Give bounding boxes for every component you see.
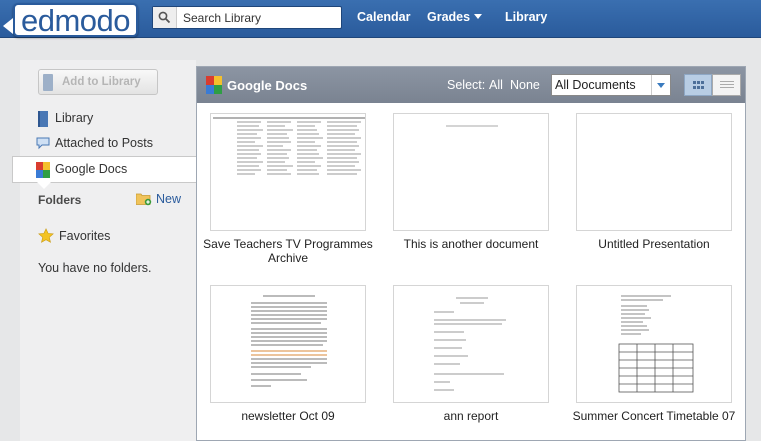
book-icon (36, 111, 50, 127)
panel-title: Google Docs (227, 78, 308, 93)
document-filter-dropdown[interactable]: All Documents (551, 74, 671, 96)
document-title[interactable]: ann report (386, 409, 556, 423)
nav-grades[interactable]: Grades (427, 10, 483, 24)
dropdown-value: All Documents (555, 78, 636, 92)
list-view-button[interactable] (712, 74, 741, 96)
document-card[interactable]: ann report (386, 285, 556, 423)
chevron-down-icon (651, 75, 670, 95)
star-icon (38, 228, 54, 243)
search-input[interactable] (183, 9, 333, 26)
top-bar: edmodo Calendar Grades Library (0, 0, 761, 38)
folder-add-icon (136, 193, 152, 206)
panel-header: Google Docs Select: All None All Documen… (197, 67, 745, 103)
list-view-icon (720, 81, 734, 88)
document-thumbnail[interactable] (576, 285, 732, 403)
edmodo-logo[interactable]: edmodo (13, 3, 138, 38)
nav-grades-label: Grades (427, 10, 471, 24)
document-title[interactable]: Untitled Presentation (569, 237, 739, 251)
document-thumbnail[interactable] (393, 113, 549, 231)
document-title[interactable]: This is another document (386, 237, 556, 251)
documents-panel: Google Docs Select: All None All Documen… (196, 66, 746, 441)
document-thumbnail[interactable] (393, 285, 549, 403)
sidebar-item-google-docs-content[interactable]: Google Docs (36, 159, 127, 179)
sidebar-item-attached[interactable]: Attached to Posts (36, 133, 153, 153)
document-title[interactable]: newsletter Oct 09 (203, 409, 373, 423)
no-folders-message: You have no folders. (38, 261, 152, 275)
grid-view-icon (693, 81, 704, 89)
select-none-link[interactable]: None (510, 78, 540, 92)
document-thumbnail[interactable] (576, 113, 732, 231)
document-card[interactable]: Save Teachers TV Programmes Archive (203, 113, 373, 265)
select-all-link[interactable]: All (489, 78, 503, 92)
document-card[interactable]: newsletter Oct 09 (203, 285, 373, 423)
add-to-library-label: Add to Library (62, 76, 141, 88)
document-title[interactable]: Save Teachers TV Programmes Archive (203, 237, 373, 265)
favorites-label: Favorites (59, 229, 111, 243)
document-card[interactable]: Summer Concert Timetable 07 (569, 285, 739, 423)
select-label: Select: (447, 78, 486, 92)
document-thumbnail[interactable] (210, 113, 366, 231)
logo-text: edmodo (21, 3, 131, 38)
nav-calendar[interactable]: Calendar (357, 10, 411, 24)
google-docs-icon (206, 76, 222, 94)
grid-view-button[interactable] (684, 74, 712, 96)
google-docs-icon (36, 162, 50, 178)
speech-bubble-icon (36, 136, 50, 150)
chevron-down-icon (474, 14, 483, 19)
new-folder-label: New (156, 192, 182, 206)
nav-library[interactable]: Library (505, 10, 547, 24)
search-box[interactable] (152, 6, 342, 29)
sidebar-item-label: Attached to Posts (55, 136, 153, 150)
document-card[interactable]: This is another document (386, 113, 556, 251)
book-icon (43, 74, 53, 91)
sidebar-item-library[interactable]: Library (36, 108, 93, 128)
logo-tail-decoration (3, 18, 13, 34)
document-thumbnail[interactable] (210, 285, 366, 403)
sidebar-item-label: Library (55, 111, 94, 125)
favorites-item[interactable]: Favorites (38, 228, 110, 244)
new-folder-button[interactable]: New (136, 192, 181, 206)
folders-header: Folders (38, 193, 82, 207)
document-title[interactable]: Summer Concert Timetable 07 (569, 409, 739, 423)
document-card[interactable]: Untitled Presentation (569, 113, 739, 251)
sidebar-item-label: Google Docs (55, 162, 128, 176)
add-to-library-button[interactable]: Add to Library (38, 69, 158, 95)
active-pointer (37, 182, 51, 189)
search-icon[interactable] (153, 7, 177, 28)
